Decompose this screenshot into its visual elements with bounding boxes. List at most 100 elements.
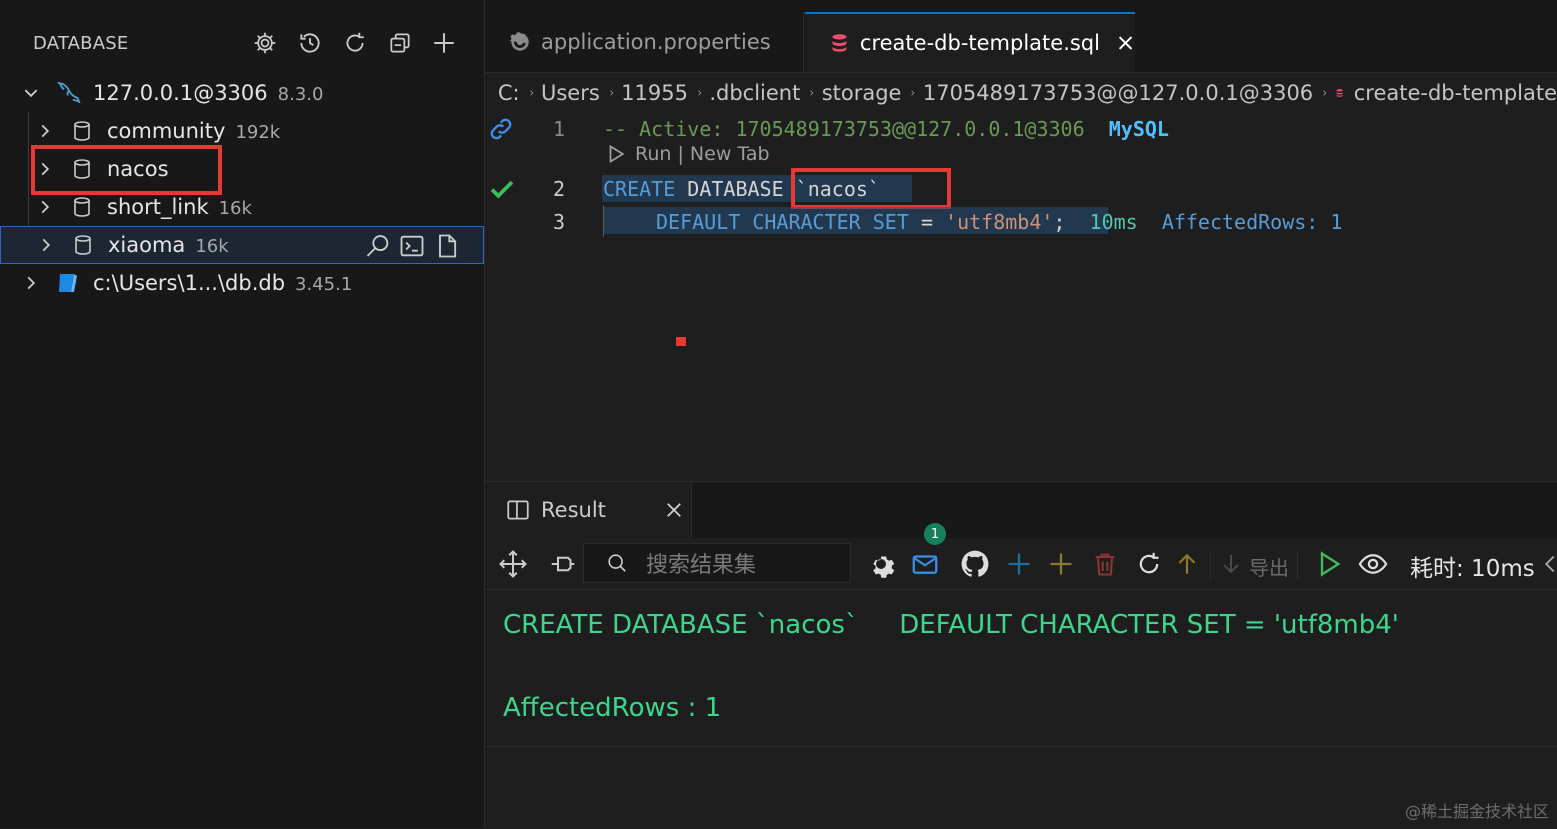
watermark: @稀土掘金技术社区: [1404, 802, 1549, 821]
sqlite-label: c:\Users\1...\db.db: [93, 271, 286, 295]
arrow-down-icon[interactable]: [1215, 548, 1247, 580]
db-label: community: [107, 119, 226, 143]
result-affected-rows: AffectedRows : 1: [503, 693, 722, 723]
breadcrumb-item[interactable]: storage: [822, 81, 902, 105]
affected-rows-inline: AffectedRows: 1: [1161, 210, 1343, 234]
collapse-all-icon[interactable]: [383, 26, 417, 60]
result-tab-label: Result: [541, 498, 606, 522]
tree-connection-mysql[interactable]: 127.0.0.1@3306 8.3.0: [0, 74, 484, 112]
search-icon: [608, 554, 626, 572]
sql-editor[interactable]: 1 -- Active: 1705489173753@@127.0.0.1@33…: [485, 113, 1557, 480]
tab-result[interactable]: Result: [485, 482, 692, 538]
gear-file-icon: [509, 32, 529, 51]
sidebar-title: DATABASE: [33, 33, 129, 54]
sql-file-icon: [1336, 89, 1343, 97]
chevron-right-icon: [1323, 90, 1327, 96]
tab-application-properties[interactable]: application.properties: [485, 12, 804, 72]
breadcrumb: C: Users 11955 .dbclient storage 1705489…: [485, 73, 1557, 113]
settings-gear-icon[interactable]: [865, 548, 897, 580]
sql-keyword: SET: [872, 210, 909, 234]
result-output: CREATE DATABASE `nacos` DEFAULT CHARACTE…: [485, 590, 1557, 747]
new-file-icon[interactable]: [433, 232, 461, 260]
check-success-icon: [490, 180, 514, 199]
database-sidebar: DATABASE 127.0.0.1@3306 8.3.0 community 19…: [0, 0, 485, 828]
mail-badge: 1: [924, 523, 946, 545]
result-tabbar: Result: [485, 482, 1557, 538]
cursor-char: E: [771, 177, 784, 201]
delete-trash-icon[interactable]: [1089, 548, 1121, 580]
chevron-right-icon: [911, 90, 915, 96]
breadcrumb-item[interactable]: create-db-template: [1354, 81, 1557, 105]
codelens-run[interactable]: Run | New Tab: [605, 143, 770, 165]
breadcrumb-item[interactable]: Users: [541, 81, 600, 105]
sql-keyword: CREATE: [603, 177, 676, 201]
link-icon[interactable]: [487, 115, 515, 143]
active-connection-comment: -- Active: 1705489173753@@127.0.0.1@3306: [603, 117, 1085, 141]
database-icon: [74, 197, 90, 217]
settings-gear-icon[interactable]: [248, 26, 282, 60]
sqlite-version: 3.45.1: [295, 274, 353, 295]
arrow-up-icon[interactable]: [1171, 548, 1203, 580]
chevron-right-icon: [698, 90, 702, 96]
line-number: 1: [552, 117, 565, 141]
result-toolbar: 搜索结果集 1 导出 耗时: 10ms: [485, 523, 1557, 590]
github-icon[interactable]: [959, 548, 991, 580]
close-tab-icon[interactable]: [1116, 33, 1135, 53]
mail-icon[interactable]: [909, 548, 941, 580]
close-icon[interactable]: [664, 500, 684, 520]
search-placeholder: 搜索结果集: [646, 553, 757, 578]
connection-label: 127.0.0.1@3306: [93, 81, 268, 105]
pin-icon[interactable]: [547, 548, 579, 580]
add-row-icon[interactable]: [1003, 548, 1035, 580]
refresh-icon[interactable]: [338, 26, 372, 60]
db-size: 16k: [218, 198, 252, 219]
tree-db-short-link[interactable]: short_link 16k: [0, 188, 484, 226]
db-label: short_link: [107, 195, 209, 219]
db-size: 192k: [235, 122, 281, 143]
chevron-right-icon: [42, 238, 51, 252]
refresh-icon[interactable]: [1133, 548, 1165, 580]
chevron-right-icon: [529, 90, 533, 96]
export-button[interactable]: 导出: [1249, 552, 1289, 581]
highlight-box-nacos-sql: [791, 168, 951, 209]
run-play-icon[interactable]: [1313, 548, 1345, 580]
sql-keyword: DATABAS: [687, 177, 772, 201]
add-column-icon[interactable]: [1045, 548, 1077, 580]
search-icon[interactable]: [364, 232, 392, 260]
chevron-right-icon: [610, 90, 614, 96]
breadcrumb-item[interactable]: 1705489173753@@127.0.0.1@3306: [923, 81, 1313, 105]
add-connection-icon[interactable]: [427, 26, 461, 60]
chevron-right-icon: [810, 90, 814, 96]
terminal-icon[interactable]: [398, 232, 426, 260]
breadcrumb-item[interactable]: .dbclient: [709, 81, 800, 105]
sqlite-icon: [59, 274, 77, 292]
tab-create-db-template-sql[interactable]: create-db-template.sql: [805, 12, 1135, 72]
elapsed-time: 耗时: 10ms: [1410, 556, 1535, 582]
move-icon[interactable]: [497, 548, 529, 580]
sql-semicolon: ;: [1053, 210, 1066, 234]
exec-time: 10ms: [1089, 210, 1138, 234]
database-icon: [75, 235, 91, 255]
editor-tabbar: application.properties create-db-templat…: [485, 0, 1557, 73]
tree-db-xiaoma[interactable]: xiaoma 16k: [0, 226, 484, 264]
sql-string: 'utf8mb4': [945, 210, 1054, 234]
history-icon[interactable]: [293, 26, 327, 60]
chevron-right-icon: [41, 124, 50, 138]
chevron-down-icon: [24, 89, 38, 98]
breadcrumb-item[interactable]: 11955: [621, 81, 688, 105]
connection-version: 8.3.0: [277, 84, 324, 105]
chevron-left-icon[interactable]: [1543, 554, 1557, 574]
tree-connection-sqlite[interactable]: c:\Users\1...\db.db 3.45.1: [0, 264, 484, 302]
database-icon: [74, 121, 90, 141]
breadcrumb-item[interactable]: C:: [498, 81, 520, 105]
db-size: 16k: [195, 236, 229, 257]
sql-file-icon: [832, 34, 847, 52]
codelens-label: Run | New Tab: [635, 143, 770, 165]
mysql-dolphin-icon: [57, 82, 81, 104]
sql-operator: =: [920, 210, 933, 234]
eye-icon[interactable]: [1357, 548, 1389, 580]
chevron-right-icon: [41, 200, 50, 214]
result-search-input[interactable]: 搜索结果集: [583, 543, 851, 583]
line-number: 2: [552, 177, 565, 201]
chevron-right-icon: [27, 276, 36, 290]
